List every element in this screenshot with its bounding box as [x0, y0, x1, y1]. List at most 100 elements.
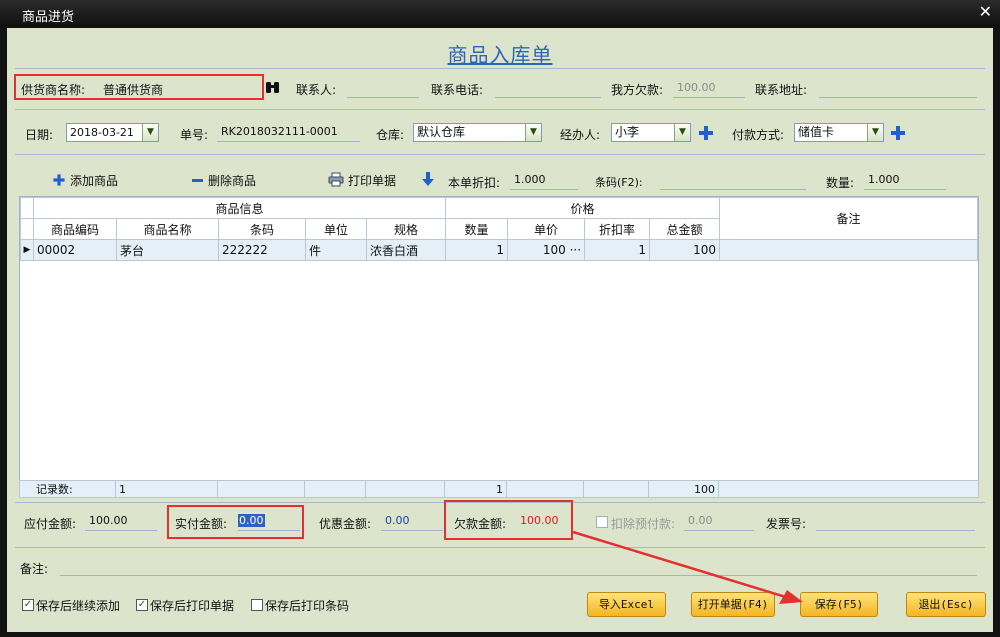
title-bar[interactable]: 商品进货 ✕: [0, 0, 1000, 27]
binoculars-icon[interactable]: [265, 81, 280, 94]
add-product-button[interactable]: 添加商品: [70, 172, 118, 189]
barcode-field[interactable]: [660, 172, 806, 190]
exit-button[interactable]: 退出(Esc): [906, 592, 986, 617]
date-value: 2018-03-21: [70, 126, 134, 139]
column-header[interactable]: 商品编码: [33, 218, 117, 240]
total-sum: 100: [648, 480, 719, 498]
cell-price[interactable]: 100 ···: [507, 239, 586, 261]
supplier-label: 供货商名称:: [21, 83, 86, 97]
remark-label: 备注:: [20, 562, 49, 576]
arrow-down-icon[interactable]: [422, 172, 434, 187]
column-header[interactable]: 总金额: [649, 218, 721, 240]
owed-field: 100.00: [520, 514, 559, 527]
cell-name[interactable]: 茅台: [116, 239, 219, 261]
quantity-label: 数量:: [826, 176, 855, 190]
debt-label: 我方欠款:: [611, 83, 664, 97]
divider: [15, 68, 985, 69]
cell-remark[interactable]: [719, 239, 978, 261]
cell-code[interactable]: 00002: [33, 239, 117, 261]
warehouse-label: 仓库:: [376, 128, 405, 142]
print-after-save-checkbox[interactable]: ✓: [136, 599, 148, 611]
product-grid[interactable]: 商品信息 价格 备注 商品编码 商品名称 条码 单位 规格 数量 单价 折扣率: [19, 196, 979, 494]
continue-add-label[interactable]: 保存后继续添加: [36, 597, 120, 614]
column-header[interactable]: 单位: [305, 218, 367, 240]
annotation-arrow-icon: [572, 530, 803, 604]
debt-field: 100.00: [673, 80, 745, 98]
payment-select[interactable]: 储值卡 ▼: [794, 123, 884, 142]
cell-barcode[interactable]: 222222: [218, 239, 306, 261]
payable-label: 应付金额:: [24, 517, 77, 531]
order-discount-field[interactable]: 1.000: [510, 172, 578, 190]
table-row[interactable]: ▶ 00002 茅台 222222 件 浓香白酒 1 100 ··· 1 100: [20, 239, 978, 261]
remark-field[interactable]: [60, 558, 977, 576]
handler-value: 小李: [615, 125, 640, 139]
cell-discount[interactable]: 1: [584, 239, 651, 261]
column-header[interactable]: 商品名称: [116, 218, 219, 240]
barcode-label: 条码(F2):: [595, 176, 643, 189]
record-count: 1: [115, 480, 218, 498]
phone-field[interactable]: [495, 80, 601, 98]
cell-qty[interactable]: 1: [445, 239, 509, 261]
print-barcode-checkbox[interactable]: [251, 599, 263, 611]
order-no-field[interactable]: RK2018032111-0001: [217, 124, 360, 142]
chevron-down-icon[interactable]: ▼: [867, 124, 883, 141]
chevron-down-icon[interactable]: ▼: [674, 124, 690, 141]
discount-amount-label: 优惠金额:: [319, 517, 372, 531]
owed-label: 欠款金额:: [454, 517, 507, 531]
add-icon[interactable]: [53, 174, 65, 186]
group-header-price: 价格: [445, 197, 721, 219]
qty-sum: 1: [444, 480, 507, 498]
order-discount-label: 本单折扣:: [448, 176, 501, 190]
payment-value: 储值卡: [798, 125, 835, 139]
chevron-down-icon[interactable]: ▼: [142, 124, 158, 141]
add-payment-icon[interactable]: [891, 126, 905, 140]
continue-add-checkbox[interactable]: ✓: [22, 599, 34, 611]
quantity-field[interactable]: 1.000: [864, 172, 946, 190]
address-field[interactable]: [819, 80, 977, 98]
price-value: 100: [542, 243, 566, 257]
cell-unit[interactable]: 件: [305, 239, 367, 261]
delete-product-button[interactable]: 删除商品: [208, 172, 256, 189]
print-after-save-label[interactable]: 保存后打印单据: [150, 597, 234, 614]
date-picker[interactable]: 2018-03-21 ▼: [66, 123, 159, 142]
grid-footer: 记录数: 1 1 100: [19, 480, 979, 498]
window-title: 商品进货: [22, 10, 75, 25]
date-label: 日期:: [25, 128, 54, 142]
print-barcode-label[interactable]: 保存后打印条码: [265, 597, 349, 614]
handler-label: 经办人:: [560, 128, 601, 142]
ellipsis-button[interactable]: ···: [570, 243, 581, 257]
supplier-field[interactable]: 普通供货商: [103, 81, 163, 98]
minus-icon[interactable]: [192, 179, 203, 182]
form-title: 商品入库单: [447, 43, 553, 67]
column-header[interactable]: 折扣率: [584, 218, 651, 240]
group-header-info: 商品信息: [32, 197, 447, 219]
paid-label: 实付金额:: [175, 517, 228, 531]
remark-header: 备注: [719, 197, 978, 240]
chevron-down-icon[interactable]: ▼: [525, 124, 541, 141]
footer-cell: [217, 480, 305, 498]
column-header[interactable]: 条码: [218, 218, 306, 240]
column-header[interactable]: 数量: [445, 218, 509, 240]
add-handler-icon[interactable]: [699, 126, 713, 140]
payment-label: 付款方式:: [732, 128, 785, 142]
print-button[interactable]: 打印单据: [348, 172, 396, 189]
prepay-checkbox[interactable]: [596, 516, 608, 528]
handler-select[interactable]: 小李 ▼: [611, 123, 691, 142]
record-count-label: 记录数:: [19, 480, 116, 498]
column-header[interactable]: 规格: [365, 218, 447, 240]
order-no-label: 单号:: [180, 128, 209, 142]
footer-cell: [718, 480, 979, 498]
footer-cell: [583, 480, 649, 498]
warehouse-select[interactable]: 默认仓库 ▼: [413, 123, 542, 142]
paid-field[interactable]: 0.00: [238, 513, 300, 531]
invoice-field[interactable]: [816, 513, 975, 531]
save-button[interactable]: 保存(F5): [800, 592, 878, 617]
close-icon[interactable]: ✕: [979, 4, 992, 20]
column-header[interactable]: 单价: [507, 218, 586, 240]
divider: [15, 154, 985, 155]
contact-field[interactable]: [347, 80, 419, 98]
cell-spec[interactable]: 浓香白酒: [365, 239, 447, 261]
payable-field: 100.00: [85, 513, 157, 531]
printer-icon[interactable]: [328, 172, 344, 187]
cell-total[interactable]: 100: [649, 239, 721, 261]
